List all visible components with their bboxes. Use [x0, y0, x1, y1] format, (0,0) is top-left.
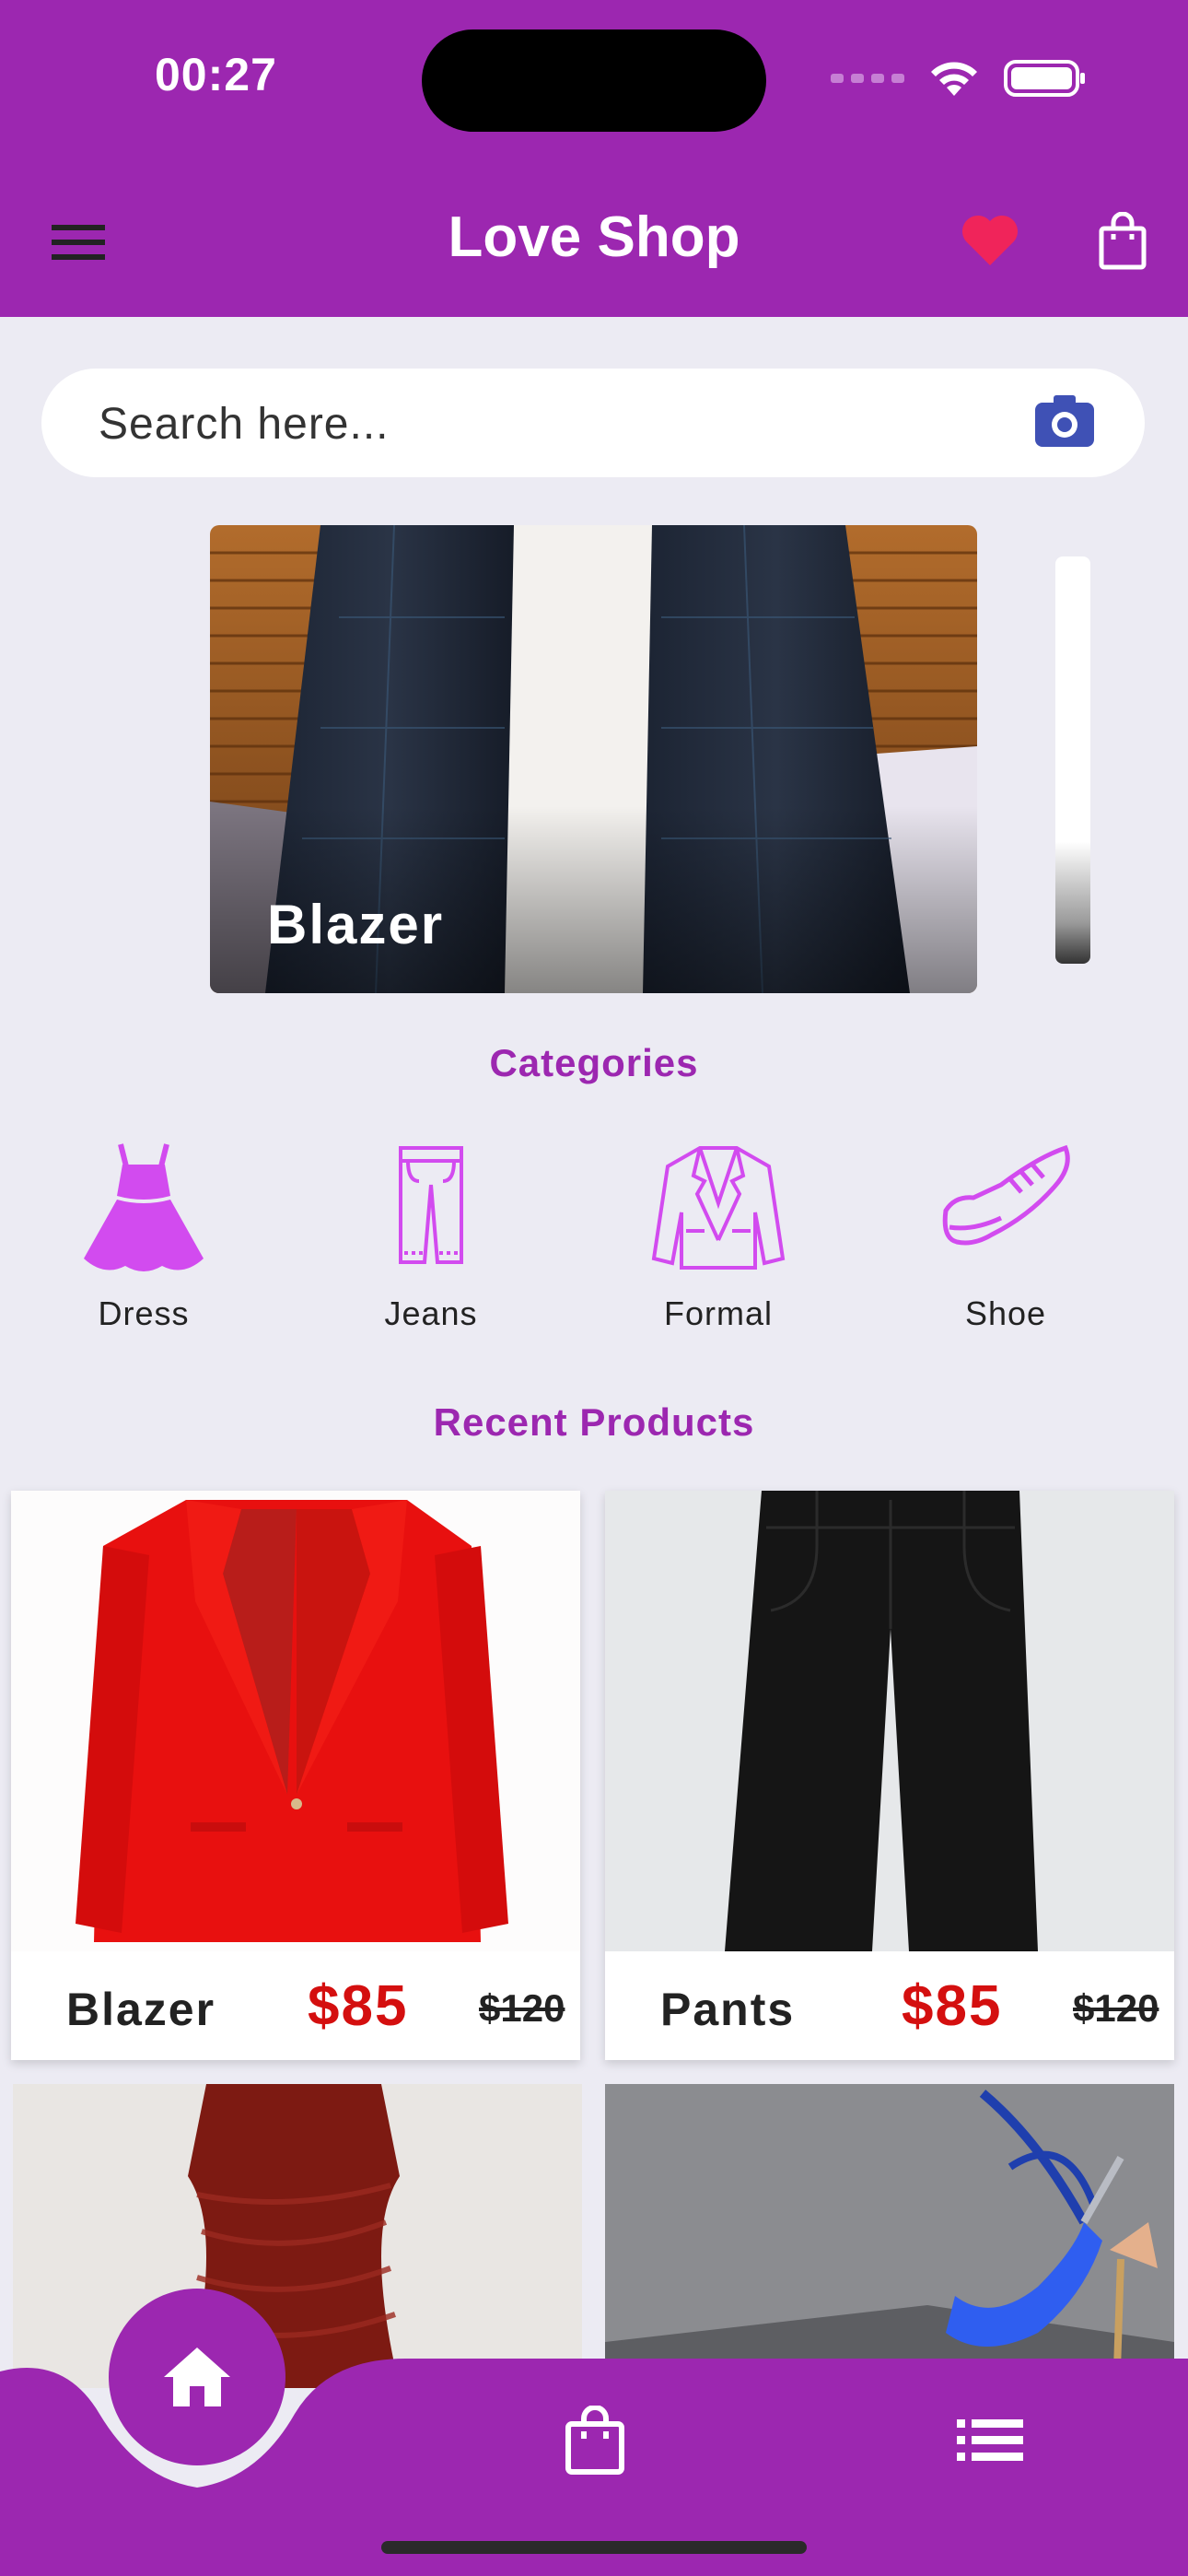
- bag-icon: [565, 2406, 624, 2475]
- dynamic-island: [422, 29, 766, 132]
- product-old-price: $120: [479, 1986, 565, 2030]
- product-card-blazer[interactable]: Blazer $85 $120: [11, 1491, 580, 2060]
- recent-products-title: Recent Products: [433, 1400, 755, 1444]
- banner-slide[interactable]: Blazer: [210, 525, 977, 993]
- battery-icon: [1004, 60, 1085, 97]
- product-old-price: $120: [1073, 1986, 1159, 2030]
- search-input[interactable]: [97, 369, 1021, 479]
- category-label: Dress: [98, 1294, 190, 1332]
- cart-bag-icon[interactable]: [1090, 206, 1155, 276]
- nav-list-button[interactable]: [949, 2408, 1031, 2473]
- product-name: Pants: [660, 1984, 796, 2035]
- list-icon: [957, 2419, 1023, 2461]
- wifi-icon: [931, 62, 977, 96]
- product-image: [605, 1491, 1174, 1951]
- category-label: Shoe: [964, 1294, 1047, 1332]
- category-jeans[interactable]: Jeans: [339, 1139, 523, 1333]
- product-info: Pants $85 $120: [605, 1951, 1174, 2060]
- home-indicator: [381, 2541, 807, 2554]
- category-formal[interactable]: Formal: [626, 1139, 810, 1333]
- status-icons: [831, 59, 1087, 98]
- product-name: Blazer: [66, 1984, 216, 2035]
- nav-home-button[interactable]: [109, 2289, 285, 2465]
- next-banner-peek[interactable]: [1055, 556, 1090, 964]
- category-label: Formal: [663, 1294, 773, 1332]
- home-icon: [164, 2348, 230, 2406]
- product-price: $85: [902, 1974, 1003, 2038]
- nav-bag-button[interactable]: [556, 2399, 634, 2482]
- camera-icon[interactable]: [1032, 392, 1097, 450]
- product-image: [13, 2084, 582, 2388]
- banner-label: Blazer: [267, 894, 445, 955]
- product-price: $85: [308, 1974, 409, 2038]
- status-time: 00:27: [155, 49, 277, 100]
- dress-icon: [84, 1143, 204, 1271]
- categories-title: Categories: [489, 1041, 699, 1084]
- product-info: Blazer $85 $120: [11, 1951, 580, 2060]
- search-bar: [41, 369, 1145, 479]
- product-card-heels[interactable]: [605, 2084, 1174, 2388]
- product-card-pants[interactable]: Pants $85 $120: [605, 1491, 1174, 2060]
- favorites-heart-icon[interactable]: [956, 208, 1024, 273]
- category-dress[interactable]: Dress: [52, 1139, 236, 1333]
- product-card-dress[interactable]: [13, 2084, 582, 2388]
- shoe-icon: [942, 1144, 1070, 1246]
- category-shoe[interactable]: Shoe: [914, 1139, 1098, 1333]
- product-image: [11, 1491, 580, 1951]
- signal-icon: [831, 74, 904, 83]
- category-label: Jeans: [384, 1294, 478, 1332]
- product-image: [605, 2084, 1174, 2388]
- jeans-icon: [399, 1146, 463, 1264]
- formal-icon: [651, 1146, 786, 1270]
